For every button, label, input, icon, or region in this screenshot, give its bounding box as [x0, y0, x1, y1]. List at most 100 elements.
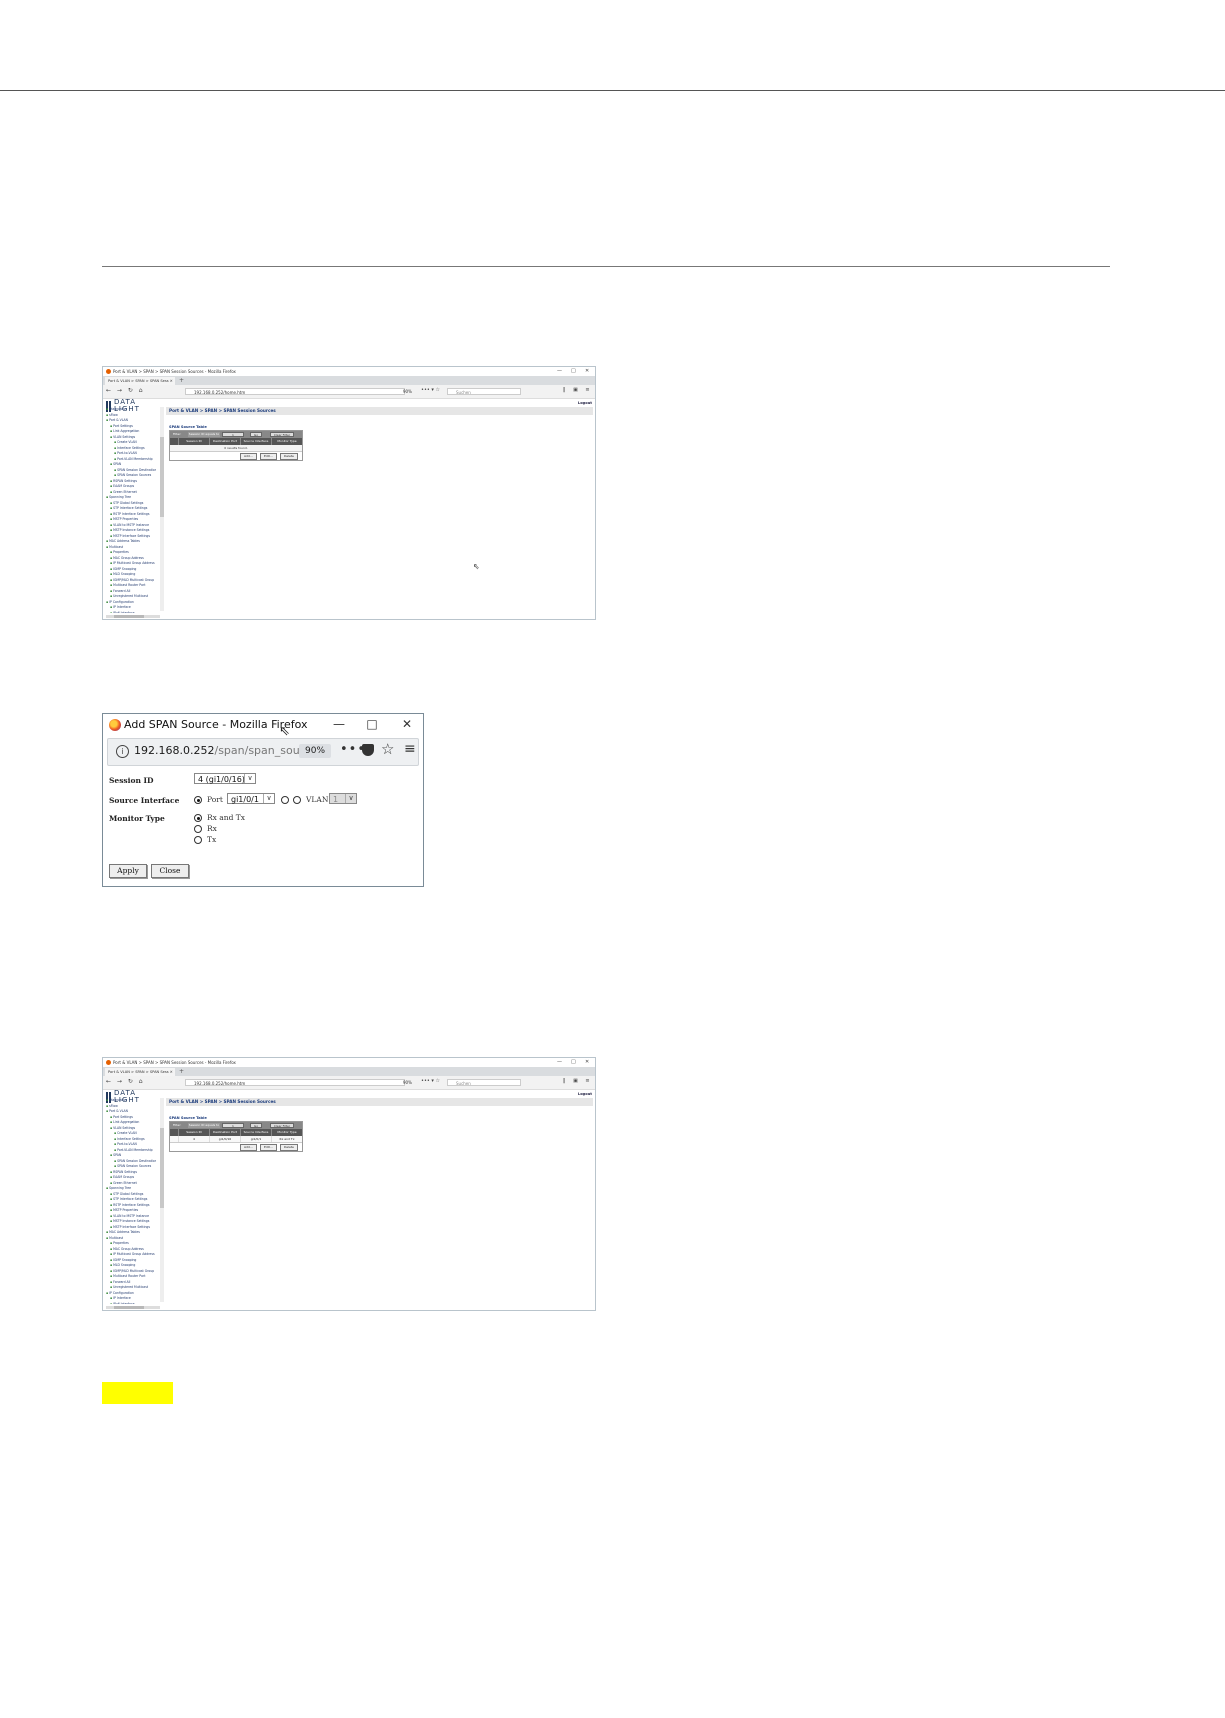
monitor-type-label: Monitor Type: [109, 814, 165, 823]
page-action-icons[interactable]: ••• ▾ ☆: [421, 1078, 440, 1084]
minimize-icon[interactable]: —: [329, 716, 349, 732]
close-icon[interactable]: ✕: [397, 716, 417, 732]
tree-item[interactable]: IP Multicast Group Address: [106, 1252, 156, 1258]
tree-hscrollbar[interactable]: [106, 1306, 160, 1309]
page-action-icons[interactable]: ••• ▾ ☆: [421, 387, 440, 393]
logout-link[interactable]: Logout: [578, 1092, 592, 1096]
zoom-level[interactable]: 90%: [403, 388, 412, 396]
zoom-level[interactable]: 90%: [403, 1079, 412, 1087]
delete-button[interactable]: Delete: [280, 1144, 298, 1151]
url-bar[interactable]: 192.168.0.252/home.htm: [185, 388, 405, 395]
filter-select[interactable]: 1: [222, 432, 244, 437]
navigation-tree: DiagnosticssFlowPort & VLANPort Settings…: [106, 1098, 156, 1304]
table-title: SPAN Source Table: [169, 425, 207, 429]
tree-item[interactable]: IPv6 Interface: [106, 611, 156, 614]
pocket-icon[interactable]: [362, 744, 374, 756]
filter-checkbox-label[interactable]: Session ID equals to: [188, 432, 220, 437]
rx-radio[interactable]: [194, 825, 202, 833]
window-titlebar: Port & VLAN > SPAN > SPAN Session Source…: [103, 367, 595, 376]
firefox-icon: [106, 1060, 111, 1065]
table-header: Session ID Destination Port Source Inter…: [170, 1129, 302, 1136]
apply-button[interactable]: Apply: [109, 864, 147, 878]
session-id-select[interactable]: 4 (gi1/0/16) ∨: [194, 773, 256, 784]
hamburger-menu-icon[interactable]: ≡: [404, 740, 416, 758]
search-input[interactable]: Suchen: [447, 388, 521, 395]
vlan-select[interactable]: 1 ∨: [329, 793, 357, 804]
main-content: Port & VLAN > SPAN > SPAN Session Source…: [166, 1098, 593, 1310]
select-all-checkbox[interactable]: [170, 1129, 178, 1136]
browser-screenshot-before: Port & VLAN > SPAN > SPAN Session Source…: [102, 366, 596, 620]
port-radio[interactable]: [194, 796, 202, 804]
minimize-icon[interactable]: —: [557, 1058, 562, 1067]
source-interface-label: Source Interface: [109, 796, 180, 805]
extra-radio[interactable]: [281, 796, 289, 804]
port-select[interactable]: gi1/0/1 ∨: [227, 793, 275, 804]
new-tab-icon[interactable]: +: [179, 376, 184, 385]
row-checkbox[interactable]: [170, 1136, 178, 1142]
nav-buttons[interactable]: ← → ↻ ⌂: [106, 1078, 145, 1085]
toolbar-icons[interactable]: ‖ ▣ ≡: [563, 1078, 593, 1084]
mouse-cursor-icon: ⇖: [279, 724, 290, 739]
select-all-checkbox[interactable]: [170, 438, 178, 445]
maximize-icon[interactable]: □: [571, 1058, 576, 1067]
chevron-down-icon: ∨: [263, 794, 274, 803]
browser-tab[interactable]: Port & VLAN > SPAN > SPAN Sess ✕: [105, 1068, 175, 1076]
tree-item[interactable]: MSTP Instance Settings: [106, 1219, 156, 1225]
maximize-icon[interactable]: □: [571, 367, 576, 376]
dialog-titlebar: Add SPAN Source - Mozilla Firefox ⇖ — □ …: [103, 714, 423, 739]
filter-select[interactable]: 1: [222, 1123, 244, 1128]
clear-filter-button[interactable]: Clear Filter: [270, 432, 294, 437]
delete-button[interactable]: Delete: [280, 453, 298, 460]
navigation-bar: ← → ↻ ⌂ 192.168.0.252/home.htm 90% ••• ▾…: [103, 385, 595, 399]
minimize-icon[interactable]: —: [557, 367, 562, 376]
go-button[interactable]: Go: [250, 432, 262, 437]
add-span-source-dialog: Add SPAN Source - Mozilla Firefox ⇖ — □ …: [102, 713, 424, 887]
nav-buttons[interactable]: ← → ↻ ⌂: [106, 387, 145, 394]
chevron-down-icon: ∨: [244, 774, 255, 783]
add-button[interactable]: Add...: [240, 1144, 257, 1151]
tree-item[interactable]: MSTP Instance Settings: [106, 528, 156, 534]
maximize-icon[interactable]: □: [362, 716, 382, 732]
edit-button[interactable]: Edit...: [260, 453, 277, 460]
tree-item[interactable]: IPv6 Interface: [106, 1302, 156, 1305]
new-tab-icon[interactable]: +: [179, 1067, 184, 1076]
tree-scrollbar[interactable]: [160, 1098, 164, 1302]
tree-scrollbar[interactable]: [160, 407, 164, 611]
filter-checkbox-label[interactable]: Session ID equals to: [188, 1123, 220, 1128]
table-row[interactable]: 4 gi1/0/16 gi1/0/1 Rx and Tx: [170, 1136, 302, 1143]
filter-row: Filter: Session ID equals to 1 Go Clear …: [170, 431, 302, 438]
main-content: Port & VLAN > SPAN > SPAN Session Source…: [166, 407, 593, 619]
bookmark-star-icon[interactable]: ☆: [381, 740, 394, 758]
zoom-level[interactable]: 90%: [299, 744, 332, 758]
add-button[interactable]: Add...: [240, 453, 257, 460]
vlan-radio[interactable]: [293, 796, 301, 804]
close-icon[interactable]: ✕: [585, 367, 589, 376]
table-buttons: Add... Edit... Delete: [170, 452, 302, 460]
tab-close-icon[interactable]: ✕: [170, 1070, 173, 1074]
close-icon[interactable]: ✕: [585, 1058, 589, 1067]
tree-item[interactable]: SPAN Session Sources: [106, 1164, 156, 1170]
toolbar-icons[interactable]: ‖ ▣ ≡: [563, 387, 593, 393]
filter-row: Filter: Session ID equals to 1 Go Clear …: [170, 1122, 302, 1129]
window-title: Port & VLAN > SPAN > SPAN Session Source…: [113, 1060, 236, 1065]
close-button[interactable]: Close: [151, 864, 189, 878]
window-title: Port & VLAN > SPAN > SPAN Session Source…: [113, 369, 236, 374]
tree-item[interactable]: SPAN Session Sources: [106, 473, 156, 479]
logout-link[interactable]: Logout: [578, 401, 592, 405]
clear-filter-button[interactable]: Clear Filter: [270, 1123, 294, 1128]
rx-and-tx-radio[interactable]: [194, 814, 202, 822]
address-bar[interactable]: i 192.168.0.252/span/span_source_a 90% •…: [107, 738, 419, 766]
span-source-table: Filter: Session ID equals to 1 Go Clear …: [169, 430, 303, 461]
tree-hscrollbar[interactable]: [106, 615, 160, 618]
go-button[interactable]: Go: [250, 1123, 262, 1128]
vlan-radio-label: VLAN: [306, 795, 329, 804]
tree-item[interactable]: IP Multicast Group Address: [106, 561, 156, 567]
browser-tab[interactable]: Port & VLAN > SPAN > SPAN Sess ✕: [105, 377, 175, 385]
tab-close-icon[interactable]: ✕: [170, 379, 173, 383]
info-icon[interactable]: i: [116, 745, 129, 758]
edit-button[interactable]: Edit...: [260, 1144, 277, 1151]
url-bar[interactable]: 192.168.0.252/home.htm: [185, 1079, 405, 1086]
tx-radio[interactable]: [194, 836, 202, 844]
search-input[interactable]: Suchen: [447, 1079, 521, 1086]
web-page: DATA LIGHT Logout DiagnosticssFlowPort &…: [103, 1090, 595, 1310]
